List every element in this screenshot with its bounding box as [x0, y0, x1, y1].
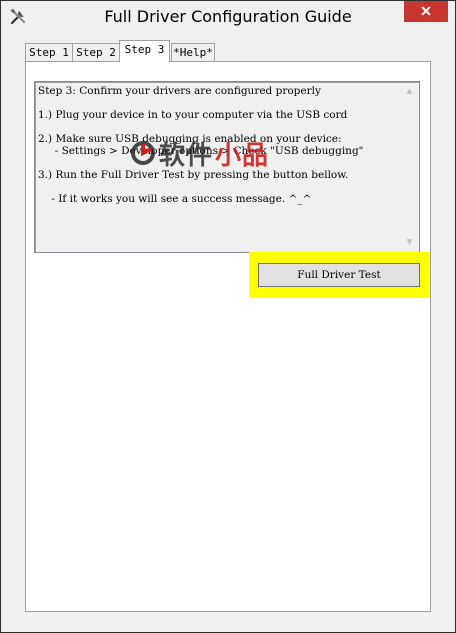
instruction-line: 1.) Plug your device in to your computer…: [38, 109, 348, 121]
instruction-line: - Settings > Developer options > Check "…: [38, 145, 364, 157]
title-bar[interactable]: Full Driver Configuration Guide ✕: [1, 1, 455, 32]
instruction-line: [38, 121, 399, 133]
tab-step-1[interactable]: Step 1: [25, 43, 73, 62]
instruction-line: - If it works you will see a success mes…: [38, 193, 312, 205]
instructions-text: Step 3: Confirm your drivers are configu…: [38, 85, 399, 205]
main-window: Full Driver Configuration Guide ✕ Step 1…: [0, 0, 456, 633]
scroll-down-icon[interactable]: ▼: [401, 234, 418, 251]
instructions-textbox[interactable]: Step 3: Confirm your drivers are configu…: [34, 81, 420, 253]
full-driver-test-button[interactable]: Full Driver Test: [258, 263, 420, 287]
window-title: Full Driver Configuration Guide: [104, 7, 352, 26]
instruction-line: [38, 97, 399, 109]
close-button[interactable]: ✕: [404, 1, 448, 22]
instruction-line: [38, 181, 399, 193]
vertical-scrollbar[interactable]: ▲ ▼: [401, 83, 418, 251]
instruction-line: 2.) Make sure USB debugging is enabled o…: [38, 133, 342, 145]
scroll-up-icon[interactable]: ▲: [401, 83, 418, 100]
instruction-line: Step 3: Confirm your drivers are configu…: [38, 85, 321, 97]
instruction-line: [38, 157, 399, 169]
tab-step-3[interactable]: Step 3: [119, 40, 170, 62]
tab-help[interactable]: *Help*: [171, 43, 215, 62]
tab-panel-step-3: Step 3: Confirm your drivers are configu…: [25, 61, 431, 612]
tab-step-2[interactable]: Step 2: [72, 43, 120, 62]
instruction-line: 3.) Run the Full Driver Test by pressing…: [38, 169, 349, 181]
